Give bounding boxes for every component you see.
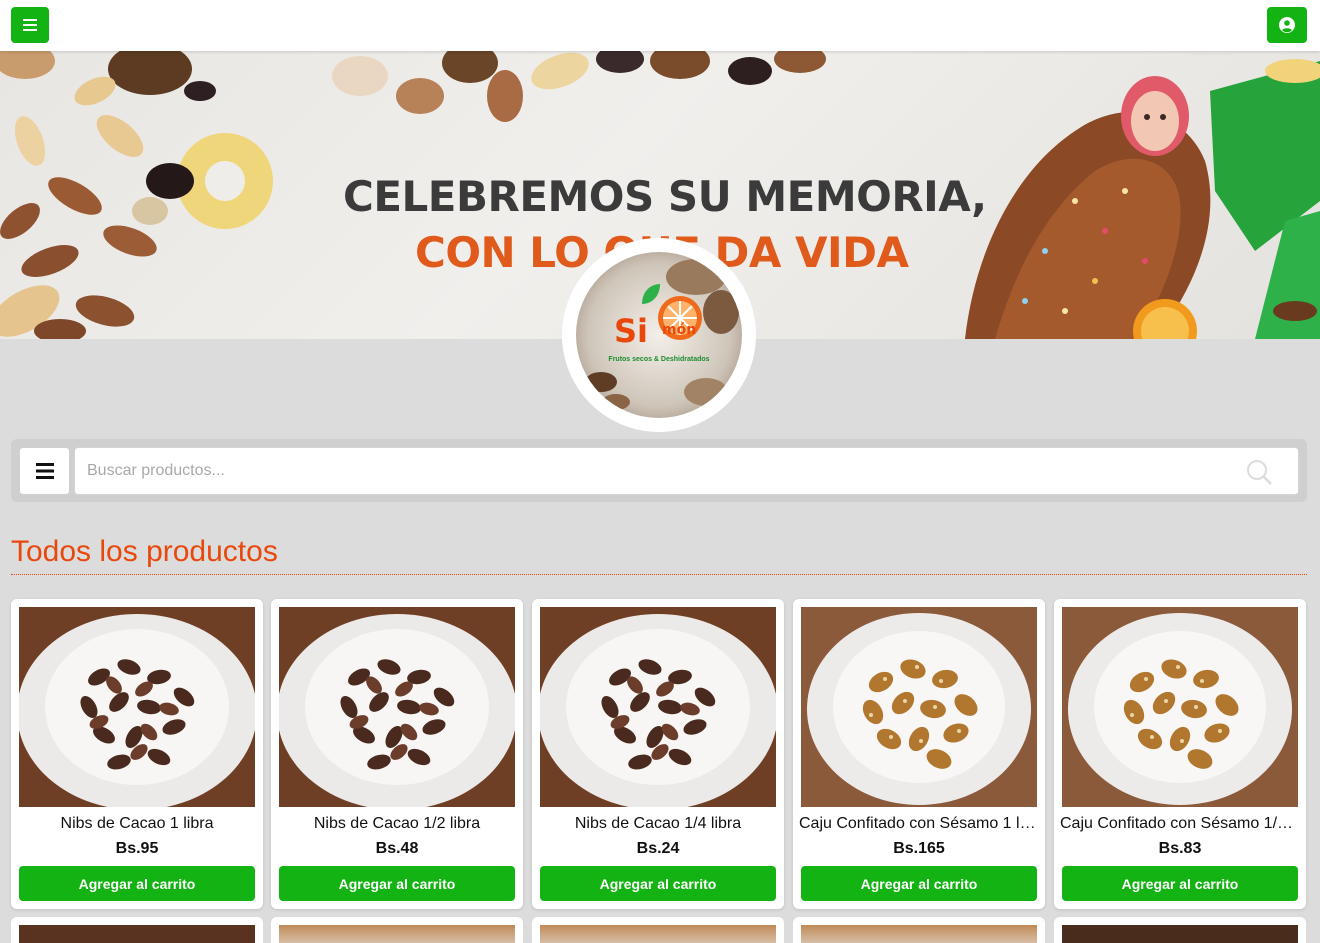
- product-image-caju[interactable]: [801, 607, 1037, 807]
- product-card[interactable]: [271, 917, 523, 943]
- product-card[interactable]: Caju Confitado con Sésamo 1/2 libra Bs.8…: [1054, 599, 1306, 909]
- account-button[interactable]: [1267, 7, 1307, 43]
- product-card[interactable]: [793, 917, 1045, 943]
- user-circle-icon: [1279, 17, 1295, 33]
- logo-tagline: Frutos secos & Deshidratados: [608, 356, 710, 363]
- search-field: [74, 447, 1299, 495]
- hamburger-icon: [23, 19, 37, 31]
- product-price: Bs.48: [375, 840, 419, 857]
- add-to-cart-button[interactable]: Agregar al carrito: [19, 866, 255, 901]
- product-name[interactable]: Nibs de Cacao 1 libra: [17, 815, 257, 833]
- section-divider: [11, 574, 1307, 575]
- product-image[interactable]: [801, 925, 1037, 943]
- add-to-cart-button[interactable]: Agregar al carrito: [540, 866, 776, 901]
- nuts-top-illustration: [332, 51, 826, 122]
- add-to-cart-button[interactable]: Agregar al carrito: [1062, 866, 1298, 901]
- logo-brand-mon: món: [662, 322, 697, 338]
- banner-headline-line1: CELEBREMOS SU MEMORIA,: [343, 172, 987, 221]
- categories-button[interactable]: [19, 447, 70, 495]
- product-name[interactable]: Nibs de Cacao 1/2 libra: [277, 815, 517, 833]
- product-image-caju[interactable]: [1062, 607, 1298, 807]
- store-logo-image: Si món Frutos secos & Deshidratados: [576, 252, 742, 418]
- product-price: Bs.24: [636, 840, 680, 857]
- product-card[interactable]: Nibs de Cacao 1/2 libra Bs.48 Agregar al…: [271, 599, 523, 909]
- product-price: Bs.83: [1158, 840, 1202, 857]
- product-card[interactable]: Caju Confitado con Sésamo 1 libra Bs.165…: [793, 599, 1045, 909]
- product-name[interactable]: Caju Confitado con Sésamo 1 libra: [799, 815, 1039, 833]
- product-image-cacao[interactable]: [19, 607, 255, 807]
- product-name[interactable]: Nibs de Cacao 1/4 libra: [538, 815, 778, 833]
- product-name[interactable]: Caju Confitado con Sésamo 1/2 libra: [1060, 815, 1300, 833]
- logo-brand-si: Si: [614, 312, 649, 350]
- store-logo: Si món Frutos secos & Deshidratados: [562, 238, 756, 432]
- product-image[interactable]: [19, 925, 255, 943]
- leaf-icon: [642, 284, 660, 304]
- section-title: Todos los productos: [11, 535, 278, 568]
- product-card[interactable]: [11, 917, 263, 943]
- product-image-cacao[interactable]: [540, 607, 776, 807]
- nuts-left-illustration: [0, 51, 273, 339]
- product-card[interactable]: [1054, 917, 1306, 943]
- search-input[interactable]: [75, 448, 1245, 494]
- hamburger-icon: [35, 463, 54, 479]
- bread-doll-illustration: [965, 59, 1320, 339]
- product-image[interactable]: [1062, 925, 1298, 943]
- product-card[interactable]: [532, 917, 784, 943]
- product-image[interactable]: [540, 925, 776, 943]
- magnifier-icon[interactable]: [1245, 458, 1273, 486]
- search-bar: [11, 439, 1307, 502]
- product-price: Bs.95: [115, 840, 159, 857]
- top-navbar: [0, 0, 1320, 51]
- product-price: Bs.165: [893, 840, 945, 857]
- product-image-cacao[interactable]: [279, 607, 515, 807]
- add-to-cart-button[interactable]: Agregar al carrito: [801, 866, 1037, 901]
- add-to-cart-button[interactable]: Agregar al carrito: [279, 866, 515, 901]
- product-card[interactable]: Nibs de Cacao 1/4 libra Bs.24 Agregar al…: [532, 599, 784, 909]
- product-image[interactable]: [279, 925, 515, 943]
- product-card[interactable]: Nibs de Cacao 1 libra Bs.95 Agregar al c…: [11, 599, 263, 909]
- menu-button[interactable]: [11, 7, 49, 43]
